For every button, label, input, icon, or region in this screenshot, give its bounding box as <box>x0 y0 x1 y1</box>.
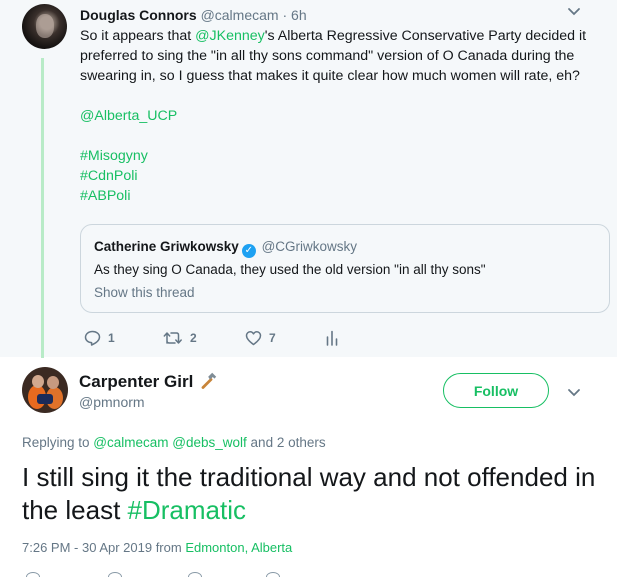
mention-link[interactable]: @Alberta_UCP <box>80 108 177 124</box>
retweet-count: 2 <box>190 331 197 345</box>
mention-link[interactable]: @calmecam <box>93 435 168 450</box>
replying-to-prefix: Replying to <box>22 435 94 450</box>
hashtag-link[interactable]: #Dramatic <box>128 495 246 525</box>
parent-tweet-text: So it appears that @JKenney's Alberta Re… <box>80 26 600 206</box>
quoted-tweet-text: As they sing O Canada, they used the old… <box>94 262 486 277</box>
tweet-text: I still sing it the traditional way and … <box>22 461 602 527</box>
hammer-icon <box>199 370 219 395</box>
author-name-text[interactable]: Carpenter Girl <box>79 372 193 391</box>
heart-icon[interactable] <box>245 330 262 346</box>
message-icon[interactable] <box>266 572 280 577</box>
like-action[interactable]: 7 <box>245 330 276 346</box>
tweet-actions-bar <box>0 569 617 577</box>
retweet-icon[interactable] <box>163 330 183 346</box>
author-name[interactable]: Douglas Connors <box>80 7 197 23</box>
mention-link[interactable]: @debs_wolf <box>172 435 247 450</box>
avatar[interactable] <box>22 367 68 413</box>
thread-line <box>41 58 44 358</box>
analytics-action[interactable] <box>325 330 339 346</box>
mention-link[interactable]: @JKenney <box>195 28 265 44</box>
avatar[interactable] <box>22 4 67 49</box>
tweet-meta: 7:26 PM - 30 Apr 2019 from Edmonton, Alb… <box>22 540 292 555</box>
quoted-author-name: Catherine Griwkowsky <box>94 239 239 254</box>
reply-count: 1 <box>108 331 115 345</box>
heart-icon[interactable] <box>188 572 202 577</box>
parent-tweet[interactable]: Douglas Connors @calmecam · 6h So it app… <box>0 0 617 358</box>
hashtag-link[interactable]: #Misogyny <box>80 148 148 164</box>
chevron-down-icon[interactable] <box>567 385 581 403</box>
separator: · <box>278 7 292 23</box>
replying-to-suffix[interactable]: and 2 others <box>247 435 326 450</box>
author-name[interactable]: Carpenter Girl <box>79 370 219 395</box>
reply-icon[interactable] <box>84 330 101 346</box>
author-handle[interactable]: @pmnorm <box>79 394 145 410</box>
analytics-icon[interactable] <box>325 330 339 346</box>
text-segment: So it appears that <box>80 28 196 44</box>
hashtag-link[interactable]: #CdnPoli <box>80 168 138 184</box>
verified-icon: ✓ <box>241 244 256 258</box>
follow-button[interactable]: Follow <box>443 373 549 408</box>
like-count: 7 <box>269 331 276 345</box>
replying-to: Replying to @calmecam @debs_wolf and 2 o… <box>22 435 326 450</box>
reply-icon[interactable] <box>26 572 40 577</box>
show-thread-link[interactable]: Show this thread <box>94 285 195 300</box>
hashtag-link[interactable]: #ABPoli <box>80 188 130 204</box>
author-handle[interactable]: @calmecam <box>201 7 279 23</box>
timestamp: 7:26 PM - 30 Apr 2019 from <box>22 540 186 555</box>
quoted-author-handle: @CGriwkowsky <box>261 239 358 254</box>
parent-tweet-header: Douglas Connors @calmecam · 6h <box>80 7 307 23</box>
tweet-text-body: I still sing it the traditional way and … <box>22 462 596 525</box>
quoted-tweet[interactable]: Catherine Griwkowsky ✓ @CGriwkowsky As th… <box>80 224 610 313</box>
reply-action[interactable]: 1 <box>84 330 115 346</box>
tweet-time[interactable]: 6h <box>291 7 307 23</box>
retweet-action[interactable]: 2 <box>163 330 197 346</box>
retweet-icon[interactable] <box>108 572 122 577</box>
location-link[interactable]: Edmonton, Alberta <box>185 540 292 555</box>
quoted-tweet-header: Catherine Griwkowsky ✓ @CGriwkowsky <box>94 239 357 258</box>
chevron-down-icon[interactable] <box>567 4 581 22</box>
